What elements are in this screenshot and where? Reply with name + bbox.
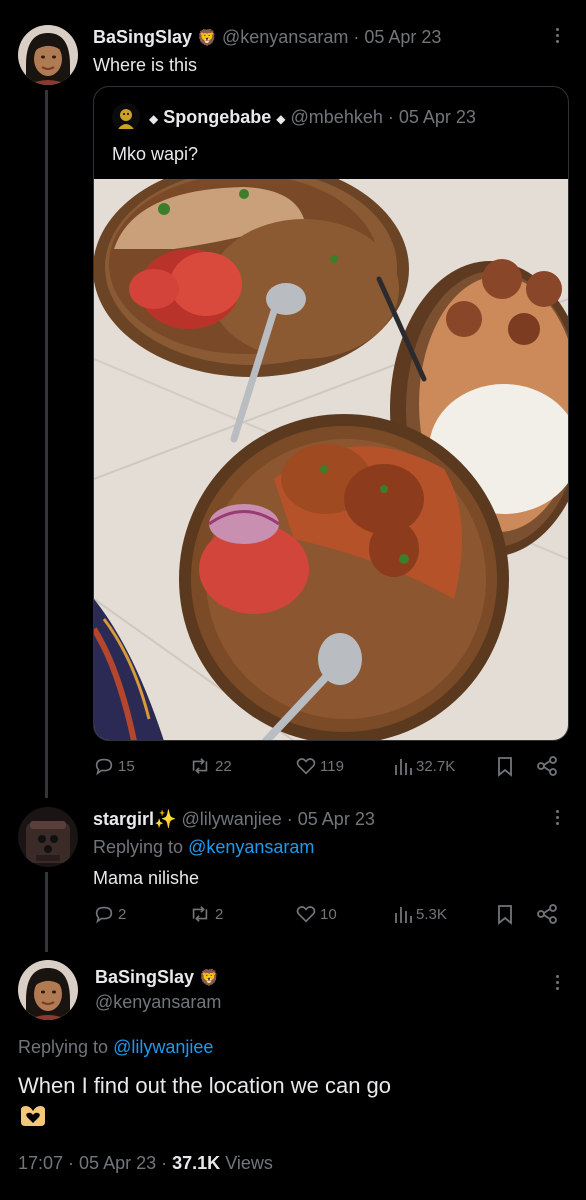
tweet1-display-name[interactable]: BaSingSlay <box>93 27 192 47</box>
quoted-tweet-card[interactable]: ◆ Spongebabe ◆ @mbehkeh · 05 Apr 23 Mko … <box>93 86 569 741</box>
repost-button[interactable]: 22 <box>188 755 232 777</box>
reply-button[interactable]: 15 <box>93 755 135 777</box>
like-count: 119 <box>320 757 344 775</box>
replying-to-handle[interactable]: @lilywanjiee <box>113 1037 213 1057</box>
thread-line-1 <box>45 90 48 798</box>
avatar[interactable] <box>18 960 78 1020</box>
lion-emoji-icon: 🦁 <box>197 30 217 47</box>
views-count: 5.3K <box>416 905 447 923</box>
quote-date: · 05 Apr 23 <box>387 107 476 127</box>
views-button[interactable]: 5.3K <box>393 903 447 925</box>
tweet1-actions: 15 22 119 32.7K <box>93 755 563 779</box>
heart-icon <box>296 906 316 923</box>
reply-count: 15 <box>118 757 135 775</box>
food-photo[interactable] <box>94 179 568 741</box>
reply-icon <box>95 758 113 776</box>
main-meta: 17:07 · 05 Apr 23 · 37.1K Views <box>18 1152 273 1174</box>
repost-button[interactable]: 2 <box>188 903 223 925</box>
repost-icon <box>192 758 208 774</box>
tweet2-header: stargirl✨ @lilywanjiee · 05 Apr 23 <box>93 808 375 830</box>
views-chart-icon <box>395 759 412 775</box>
tweet1-date[interactable]: · 05 Apr 23 <box>353 27 441 47</box>
main-replying-to: Replying to @lilywanjiee <box>18 1036 213 1058</box>
tweet2-display-name[interactable]: stargirl✨ <box>93 809 176 829</box>
repost-icon <box>192 906 208 922</box>
timestamp[interactable]: 17:07 · 05 Apr 23 · <box>18 1153 167 1173</box>
tweet2-text: Mama nilishe <box>93 868 200 888</box>
main-display-name-row: BaSingSlay 🦁 <box>95 966 219 990</box>
quote-avatar <box>112 103 140 131</box>
heart-hands-emoji-icon <box>18 1104 48 1133</box>
like-button[interactable]: 10 <box>295 903 337 925</box>
replying-to-label: Replying to <box>18 1037 109 1057</box>
bookmark-icon <box>498 905 512 925</box>
quote-text: Mko wapi? <box>112 144 199 164</box>
main-tweet-text: When I find out the location we can go <box>18 1073 392 1098</box>
more-options-icon[interactable] <box>556 975 560 993</box>
avatar[interactable] <box>18 807 78 867</box>
diamond-icon: ◆ <box>276 112 286 126</box>
share-icon <box>537 904 557 924</box>
quote-handle: @mbehkeh <box>290 107 383 127</box>
reply-button[interactable]: 2 <box>93 903 126 925</box>
tweet2-handle[interactable]: @lilywanjiee <box>181 809 281 829</box>
quote-display-name: Spongebabe <box>163 107 272 127</box>
bookmark-icon <box>498 757 512 777</box>
repost-count: 2 <box>215 905 224 923</box>
share-button[interactable] <box>536 755 558 777</box>
lion-emoji-icon: 🦁 <box>199 970 219 987</box>
replying-to-handle[interactable]: @kenyansaram <box>188 837 314 857</box>
reply-count: 2 <box>118 905 127 923</box>
reply-icon <box>95 906 113 924</box>
bookmark-button[interactable] <box>495 755 515 777</box>
replying-to-label: Replying to <box>93 837 184 857</box>
views-total: 37.1K <box>172 1153 221 1173</box>
views-chart-icon <box>395 907 412 923</box>
share-icon <box>537 756 557 776</box>
tweet2-actions: 2 2 10 5.3K <box>93 903 563 927</box>
more-options-icon[interactable] <box>556 810 560 828</box>
views-button[interactable]: 32.7K <box>393 755 455 777</box>
tweet2-date[interactable]: · 05 Apr 23 <box>287 809 375 829</box>
tweet1-header: BaSingSlay 🦁 @kenyansaram · 05 Apr 23 <box>93 26 441 50</box>
repost-count: 22 <box>215 757 232 775</box>
like-button[interactable]: 119 <box>295 755 344 777</box>
like-count: 10 <box>320 905 337 923</box>
diamond-icon: ◆ <box>149 112 159 126</box>
more-options-icon[interactable] <box>556 28 560 46</box>
views-label: Views <box>225 1153 273 1173</box>
bookmark-button[interactable] <box>495 903 515 925</box>
quote-header: ◆ Spongebabe ◆ @mbehkeh · 05 Apr 23 <box>149 106 476 130</box>
heart-icon <box>296 758 316 775</box>
tweet1-handle[interactable]: @kenyansaram <box>222 27 348 47</box>
views-count: 32.7K <box>416 757 456 775</box>
share-button[interactable] <box>536 903 558 925</box>
avatar[interactable] <box>18 25 78 85</box>
main-display-name[interactable]: BaSingSlay <box>95 967 194 987</box>
tweet1-text: Where is this <box>93 55 198 75</box>
tweet2-replying-to: Replying to @kenyansaram <box>93 836 314 858</box>
main-handle[interactable]: @kenyansaram <box>95 991 221 1013</box>
thread-line-2 <box>45 872 48 952</box>
